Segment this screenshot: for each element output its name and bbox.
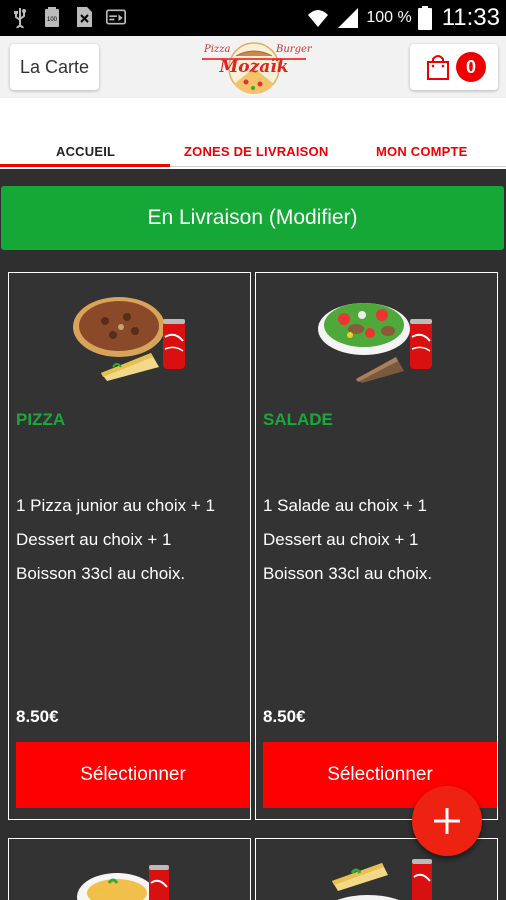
dessert-menu-image xyxy=(77,865,169,900)
la-carte-button[interactable]: La Carte xyxy=(10,44,99,90)
description-line: 1 Pizza junior au choix + 1 xyxy=(16,496,215,515)
menu-card-title: SALADE xyxy=(263,410,333,429)
signal-icon xyxy=(338,8,359,28)
cart-button[interactable]: 0 xyxy=(410,44,498,90)
mozaik-logo[interactable]: Pizza Burger Mozaïk xyxy=(196,38,312,96)
active-tab-indicator xyxy=(0,164,170,167)
status-right: 100 % 11:33 xyxy=(306,2,500,34)
tab-zones-de-livraison[interactable]: ZONES DE LIVRAISON xyxy=(184,144,328,159)
svg-text:Burger: Burger xyxy=(275,44,312,55)
usb-icon xyxy=(14,8,26,28)
tab-bar: ACCUEIL ZONES DE LIVRAISON MON COMPTE xyxy=(0,98,506,169)
battery-percent: 100 % xyxy=(366,9,412,26)
svg-text:100: 100 xyxy=(47,17,58,23)
plus-icon xyxy=(434,808,460,834)
salad-menu-image xyxy=(318,303,432,383)
svg-text:Pizza: Pizza xyxy=(203,44,230,55)
tab-divider xyxy=(170,166,506,167)
app-bar: La Carte Pizza Burger Mozaïk 0 xyxy=(0,36,506,98)
sim-blocked-icon xyxy=(77,7,92,27)
battery-icon xyxy=(417,6,432,30)
wifi-icon xyxy=(308,10,329,27)
menu-card-title: PIZZA xyxy=(16,410,66,429)
menu-card-price: 8.50€ xyxy=(16,707,59,726)
menu-card-partial[interactable] xyxy=(8,838,251,900)
meatball-menu-image xyxy=(332,859,432,900)
menu-card-description: 1 Pizza junior au choix + 1 Dessert au c… xyxy=(16,489,246,591)
cart-count-badge: 0 xyxy=(456,52,486,82)
clock: 11:33 xyxy=(441,4,500,31)
menu-card-salade: SALADE 1 Salade au choix + 1 Dessert au … xyxy=(255,272,498,820)
pizza-menu-image xyxy=(73,297,185,381)
add-fab-button[interactable] xyxy=(412,786,482,856)
description-line: Dessert au choix + 1 xyxy=(16,530,172,549)
logo-brand-text: Mozaïk xyxy=(218,57,288,77)
description-line: 1 Salade au choix + 1 xyxy=(263,496,427,515)
status-bar: 100 100 % 11:33 xyxy=(0,0,506,36)
description-line: Boisson 33cl au choix. xyxy=(263,564,433,583)
cast-icon xyxy=(106,9,126,25)
select-button[interactable]: Sélectionner xyxy=(16,742,250,808)
tab-mon-compte[interactable]: MON COMPTE xyxy=(376,144,468,159)
description-line: Dessert au choix + 1 xyxy=(263,530,419,549)
status-left-icons: 100 xyxy=(10,6,126,28)
menu-card-price: 8.50€ xyxy=(263,707,306,726)
delivery-mode-button[interactable]: En Livraison (Modifier) xyxy=(1,186,504,250)
battery-100-icon: 100 xyxy=(45,7,59,27)
shopping-bag-icon xyxy=(427,55,449,80)
menu-card-description: 1 Salade au choix + 1 Dessert au choix +… xyxy=(263,489,493,591)
description-line: Boisson 33cl au choix. xyxy=(16,564,186,583)
tab-accueil[interactable]: ACCUEIL xyxy=(56,144,115,159)
menu-card-pizza: PIZZA 1 Pizza junior au choix + 1 Desser… xyxy=(8,272,251,820)
